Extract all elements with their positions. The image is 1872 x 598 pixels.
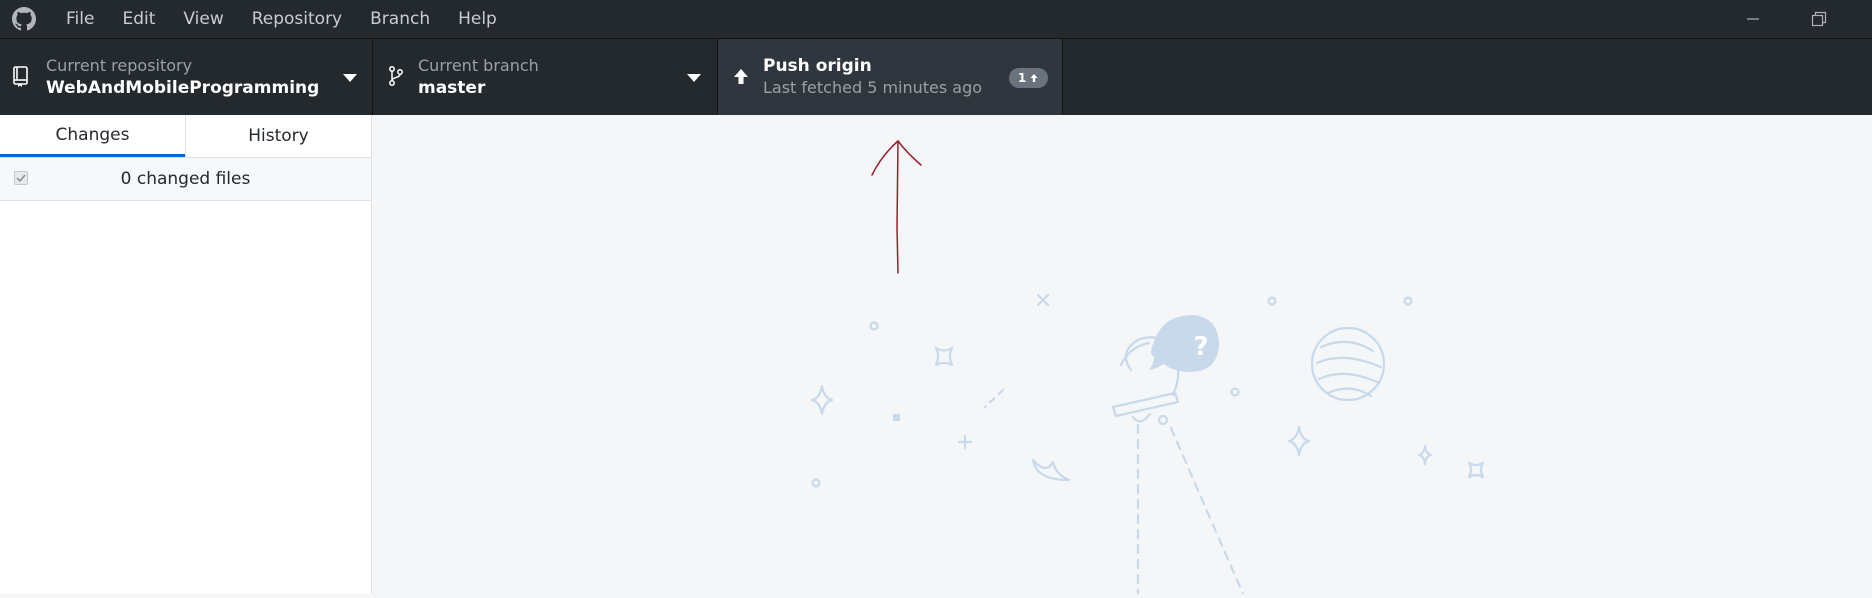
github-logo-icon[interactable] [12,7,36,31]
repository-selector[interactable]: Current repository WebAndMobileProgrammi… [0,39,373,115]
menu-help[interactable]: Help [444,0,511,38]
menu-file[interactable]: File [52,0,108,38]
restore-icon [1811,11,1827,27]
select-all-checkbox[interactable] [14,171,28,185]
git-branch-icon [389,66,403,86]
checkmark-icon [16,174,26,183]
arrow-up-icon [734,69,748,84]
ahead-count: 1 [1017,71,1027,85]
repository-title: Current repository [46,56,193,75]
tab-history[interactable]: History [185,115,371,157]
push-origin-button[interactable]: Push origin Last fetched 5 minutes ago 1 [718,39,1063,115]
svg-text:?: ? [1193,332,1208,362]
repository-name: WebAndMobileProgramming [46,78,320,98]
branch-selector[interactable]: Current branch master [373,39,718,115]
ahead-count-badge: 1 [1009,68,1048,88]
sidebar: Changes History 0 changed files [0,115,372,594]
menu-view[interactable]: View [169,0,237,38]
title-bar: File Edit View Repository Branch Help [0,0,1872,38]
tab-bar: Changes History [0,115,371,158]
branch-title: Current branch [418,56,539,75]
main-content: ? [373,115,1872,596]
chevron-down-icon [343,74,357,82]
restore-button[interactable] [1789,0,1849,38]
push-title: Push origin [763,56,872,76]
no-changes-illustration: ? [810,139,1485,596]
repo-icon [13,66,28,87]
menu-bar: File Edit View Repository Branch Help [52,0,511,38]
menu-branch[interactable]: Branch [356,0,444,38]
minimize-icon [1747,18,1759,20]
last-fetched-text: Last fetched 5 minutes ago [763,78,983,97]
menu-repository[interactable]: Repository [238,0,356,38]
minimize-button[interactable] [1723,0,1783,38]
toolbar: Current repository WebAndMobileProgrammi… [0,38,1872,115]
chevron-down-icon [687,74,701,82]
changes-list-header: 0 changed files [0,158,371,201]
menu-edit[interactable]: Edit [108,0,169,38]
changed-files-count: 0 changed files [120,169,251,189]
arrow-up-icon [1030,74,1038,82]
tab-changes[interactable]: Changes [0,115,185,157]
branch-name: master [418,78,486,98]
